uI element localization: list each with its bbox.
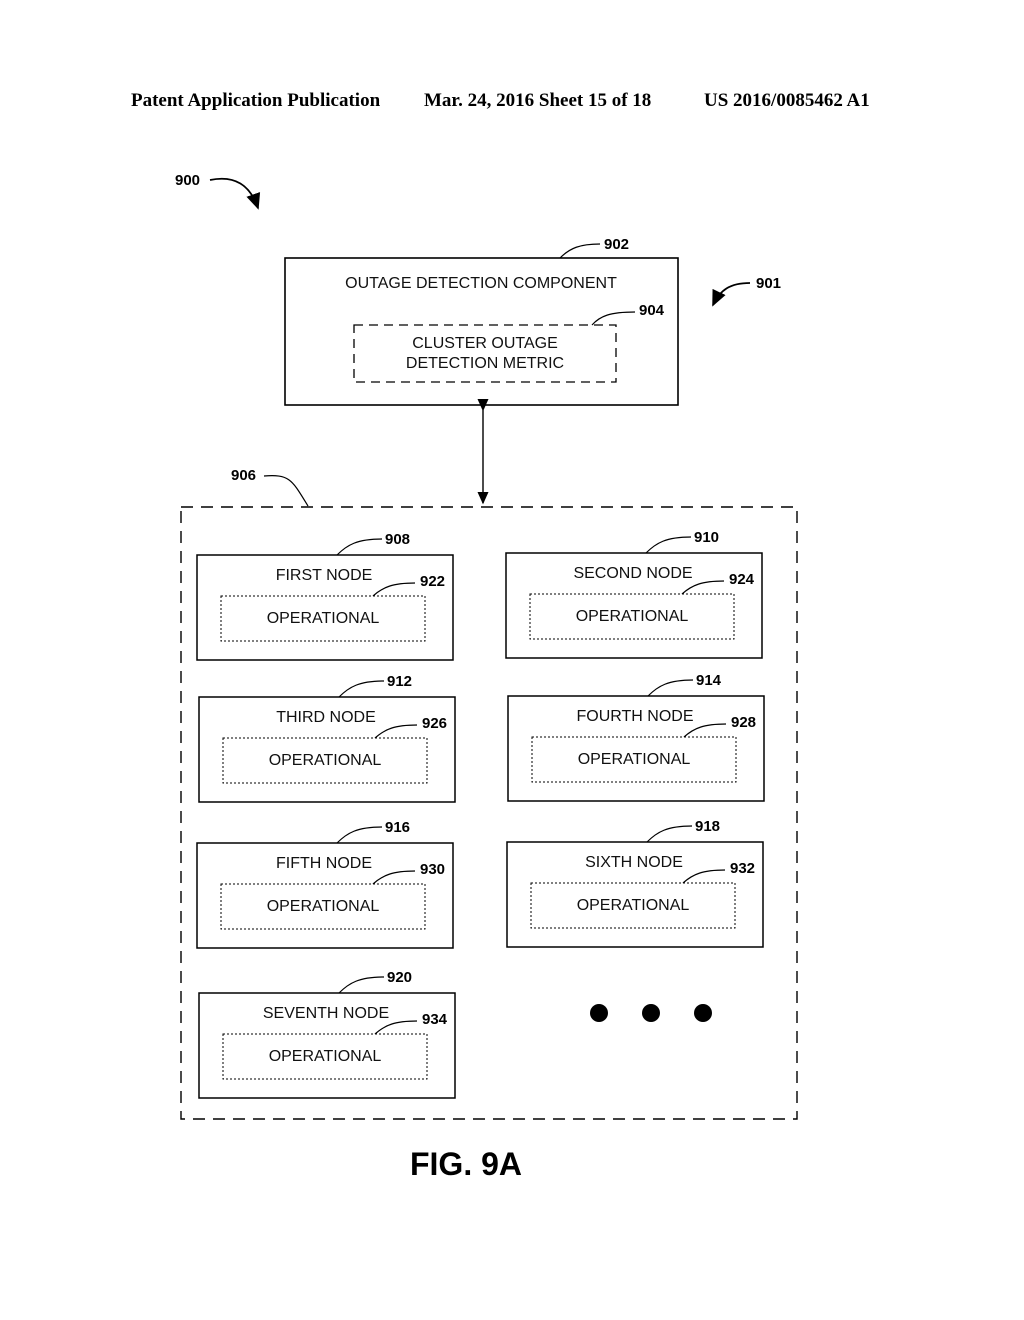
node-leader	[338, 680, 385, 698]
status-text: OPERATIONAL	[577, 897, 690, 914]
node-name: FIFTH NODE	[276, 855, 372, 872]
node-leader	[646, 825, 693, 843]
ellipsis-dot-icon	[590, 1004, 608, 1022]
node-ref: 918	[695, 818, 720, 835]
status-text: OPERATIONAL	[267, 610, 380, 627]
metric-line2: DETECTION METRIC	[406, 355, 564, 372]
node-name: FOURTH NODE	[576, 708, 693, 725]
arrow-901-icon	[712, 282, 751, 307]
node-leader	[647, 679, 694, 697]
ref-904: 904	[639, 302, 665, 319]
metric-line1: CLUSTER OUTAGE	[412, 335, 558, 352]
component-title: OUTAGE DETECTION COMPONENT	[345, 275, 617, 292]
node-leader	[336, 826, 383, 844]
node-name: SECOND NODE	[573, 565, 692, 582]
node-3: THIRD NODE 912 OPERATIONAL 926	[198, 673, 456, 803]
node-7: SEVENTH NODE 920 OPERATIONAL 934	[198, 969, 456, 1099]
status-ref: 924	[729, 571, 755, 588]
leader-906	[263, 475, 309, 507]
status-ref: 934	[422, 1011, 448, 1028]
ref-901: 901	[756, 275, 781, 292]
diagram-canvas: 900 901 OUTAGE DETECTION COMPONENT 902 C…	[175, 172, 798, 1182]
node-1: FIRST NODE 908 OPERATIONAL 922	[196, 531, 454, 661]
node-name: SIXTH NODE	[585, 854, 683, 871]
leader-904	[591, 311, 636, 326]
node-ref: 920	[387, 969, 412, 986]
cluster-box	[180, 506, 798, 1120]
status-leader	[374, 724, 418, 739]
status-leader	[374, 1020, 418, 1035]
node-4: FOURTH NODE 914 OPERATIONAL 928	[507, 672, 765, 802]
leader-902	[559, 243, 601, 259]
figure-label: FIG. 9A	[410, 1146, 522, 1182]
node-leader	[338, 976, 385, 994]
status-ref: 928	[731, 714, 756, 731]
node-ref: 910	[694, 529, 719, 546]
status-text: OPERATIONAL	[267, 898, 380, 915]
node-ref: 914	[696, 672, 722, 689]
status-text: OPERATIONAL	[576, 608, 689, 625]
node-ref: 908	[385, 531, 410, 548]
ref-906: 906	[231, 467, 256, 484]
node-2: SECOND NODE 910 OPERATIONAL 924	[505, 529, 763, 659]
node-leader	[336, 538, 383, 556]
node-name: FIRST NODE	[276, 567, 373, 584]
status-leader	[683, 723, 727, 738]
node-name: SEVENTH NODE	[263, 1005, 389, 1022]
status-text: OPERATIONAL	[269, 1048, 382, 1065]
ellipsis-dot-icon	[642, 1004, 660, 1022]
status-text: OPERATIONAL	[578, 751, 691, 768]
cluster-metric-box	[353, 324, 617, 383]
ellipsis-dot-icon	[694, 1004, 712, 1022]
status-ref: 930	[420, 861, 445, 878]
node-ref: 916	[385, 819, 410, 836]
arrow-900-icon	[209, 177, 261, 210]
status-leader	[372, 870, 416, 885]
node-ref: 912	[387, 673, 412, 690]
node-5: FIFTH NODE 916 OPERATIONAL 930	[196, 819, 454, 949]
ref-900: 900	[175, 172, 200, 189]
status-leader	[681, 580, 725, 595]
status-leader	[372, 582, 416, 597]
status-text: OPERATIONAL	[269, 752, 382, 769]
status-ref: 932	[730, 860, 755, 877]
node-name: THIRD NODE	[276, 709, 376, 726]
node-6: SIXTH NODE 918 OPERATIONAL 932	[506, 818, 764, 948]
status-leader	[682, 869, 726, 884]
ref-902: 902	[604, 236, 629, 253]
status-ref: 926	[422, 715, 447, 732]
status-ref: 922	[420, 573, 445, 590]
node-leader	[645, 536, 692, 554]
